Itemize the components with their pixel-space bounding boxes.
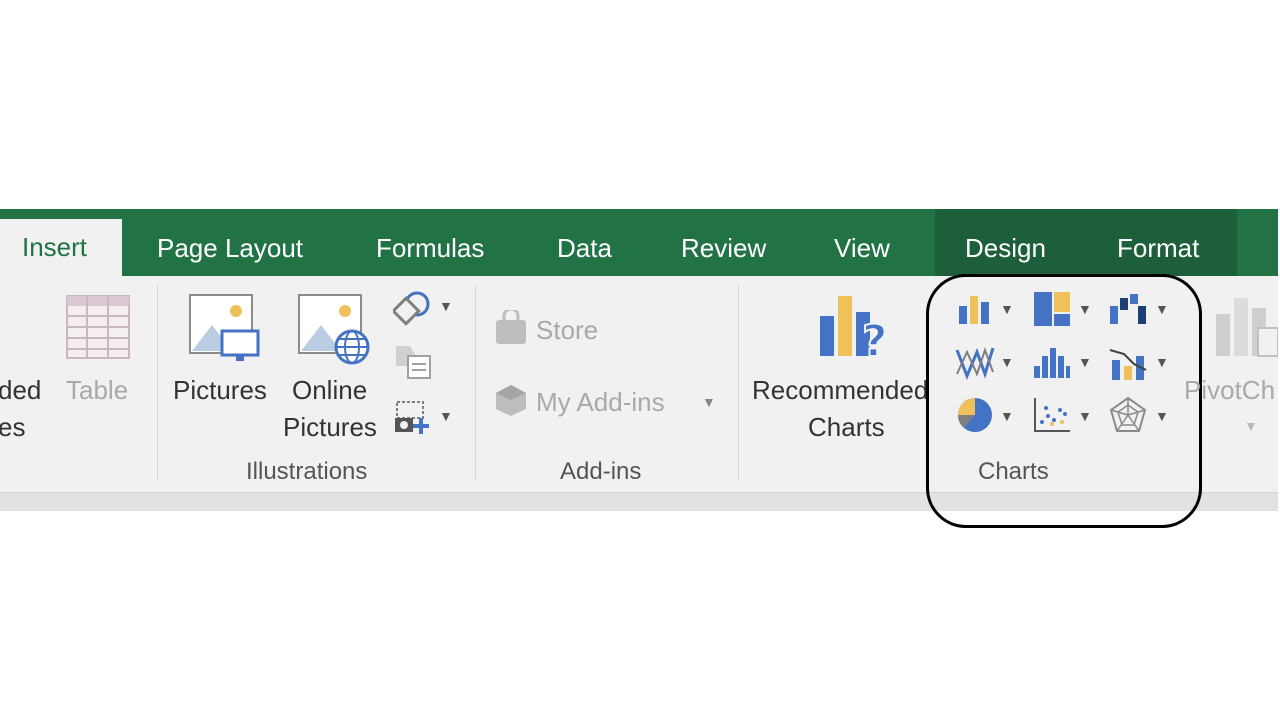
tab-design[interactable]: Design bbox=[965, 209, 1046, 276]
my-addins-label[interactable]: My Add-ins bbox=[536, 387, 665, 418]
tab-formulas[interactable]: Formulas bbox=[376, 209, 484, 276]
recommended-charts-label-line2[interactable]: Charts bbox=[808, 412, 885, 443]
pictures-label[interactable]: Pictures bbox=[173, 375, 267, 406]
tab-format[interactable]: Format bbox=[1117, 209, 1199, 276]
charts-group-highlight-outline bbox=[926, 274, 1202, 528]
recommended-pivottables-label-partial[interactable]: ded bbox=[0, 375, 41, 406]
online-pictures-label-line2[interactable]: Pictures bbox=[283, 412, 377, 443]
smartart-icon[interactable] bbox=[394, 342, 434, 382]
ribbon-tab-bar: Insert Page Layout Formulas Data Review … bbox=[0, 209, 1278, 276]
shapes-dropdown-arrow[interactable]: ▼ bbox=[439, 298, 453, 314]
tab-insert[interactable]: Insert bbox=[0, 219, 122, 276]
pictures-icon[interactable] bbox=[188, 293, 260, 363]
pivotchart-icon[interactable] bbox=[1214, 294, 1278, 360]
tab-data[interactable]: Data bbox=[557, 209, 612, 276]
tab-page-layout[interactable]: Page Layout bbox=[157, 209, 303, 276]
group-separator bbox=[738, 285, 739, 480]
online-pictures-label-line1[interactable]: Online bbox=[292, 375, 367, 406]
pivotchart-dropdown-arrow[interactable]: ▼ bbox=[1244, 418, 1258, 434]
online-pictures-icon[interactable] bbox=[297, 293, 371, 365]
store-icon[interactable] bbox=[494, 310, 528, 346]
group-separator bbox=[475, 285, 476, 480]
my-addins-dropdown-arrow[interactable]: ▼ bbox=[702, 394, 716, 410]
pivotchart-label-partial[interactable]: PivotCh bbox=[1184, 375, 1275, 406]
tab-view[interactable]: View bbox=[834, 209, 890, 276]
addins-group-label: Add-ins bbox=[560, 458, 642, 485]
illustrations-group-label: Illustrations bbox=[246, 458, 368, 485]
shapes-icon[interactable] bbox=[393, 290, 433, 326]
screenshot-icon[interactable] bbox=[393, 400, 433, 436]
recommended-pivottables-label-partial-2[interactable]: es bbox=[0, 412, 25, 443]
screenshot-dropdown-arrow[interactable]: ▼ bbox=[439, 408, 453, 424]
recommended-charts-label-line1[interactable]: Recommended bbox=[752, 375, 928, 406]
group-separator bbox=[157, 285, 158, 480]
table-label[interactable]: Table bbox=[66, 375, 128, 406]
store-label[interactable]: Store bbox=[536, 315, 598, 346]
table-icon[interactable] bbox=[65, 294, 131, 360]
svg-text:?: ? bbox=[862, 316, 888, 364]
tab-review[interactable]: Review bbox=[681, 209, 766, 276]
my-addins-icon[interactable] bbox=[494, 383, 528, 417]
recommended-charts-icon[interactable]: ? bbox=[818, 294, 890, 364]
